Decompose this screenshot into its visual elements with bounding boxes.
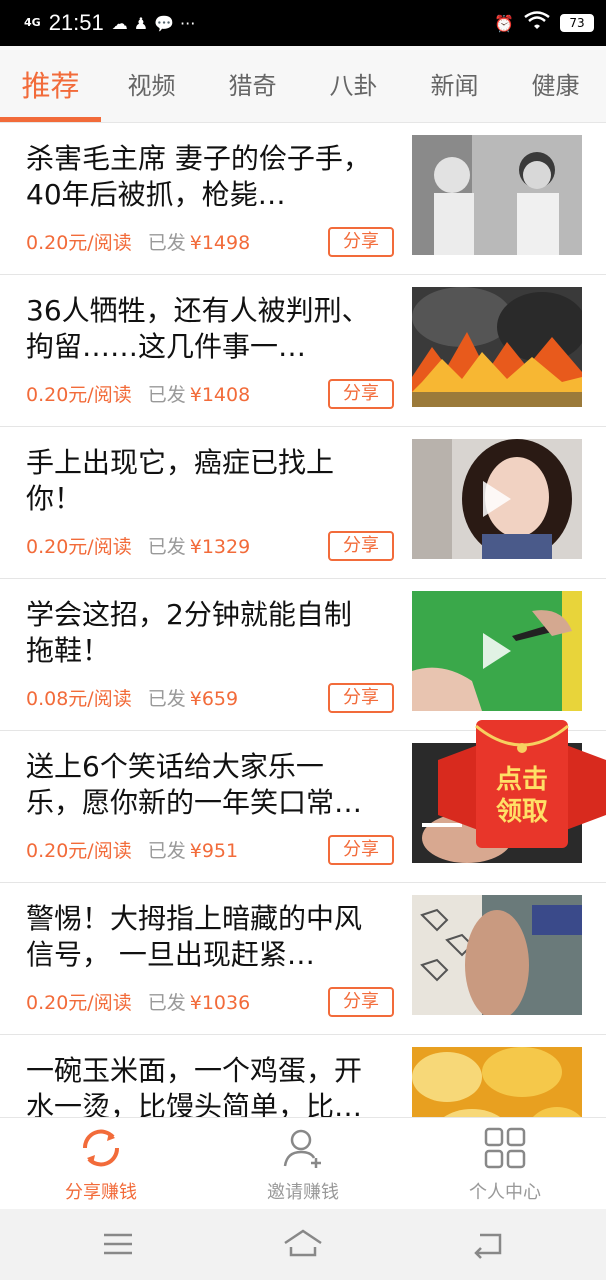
tab-recommend[interactable]: 推荐 [0,46,101,122]
nav-label: 邀请赚钱 [267,1182,339,1203]
tab-gossip[interactable]: 八卦 [303,46,404,122]
sent-label: 已发 [147,384,186,406]
sent-amount: ¥951 [189,840,239,862]
share-button[interactable]: 分享 [328,227,394,257]
article-thumbnail[interactable] [412,135,582,255]
article-feed[interactable]: 杀害毛主席 妻子的侩子手，40年后被抓，枪毙… 0.20元/阅读 已发 ¥1498 … [0,123,606,1117]
share-button[interactable]: 分享 [328,835,394,865]
article-meta: 0.20元/阅读 已发 ¥951 [26,836,238,863]
reward-rate: 0.20元/阅读 [26,840,132,862]
chat-icon: 💬 [154,13,175,33]
system-nav-bar [0,1209,606,1280]
share-button[interactable]: 分享 [328,531,394,561]
video-thumbnail[interactable] [412,439,582,559]
article-item[interactable]: 学会这招，2分钟就能自制拖鞋！ 0.08元/阅读 已发 ¥659 分享 [0,579,606,731]
sent-label: 已发 [147,840,186,862]
user-add-icon [283,1129,321,1168]
sent-label: 已发 [147,536,186,558]
article-title[interactable]: 学会这招，2分钟就能自制拖鞋！ [26,597,376,669]
tab-news[interactable]: 新闻 [404,46,505,122]
cloud-icon: ☁ [111,13,128,33]
status-time: 21:51 [48,10,104,35]
reward-rate: 0.08元/阅读 [26,688,132,710]
status-bar: 4G 21:51 ☁ ♟ 💬 ··· ⏰ 73 [0,0,606,46]
share-button[interactable]: 分享 [328,379,394,409]
article-thumbnail[interactable] [412,287,582,407]
red-packet-button[interactable]: 点击 领取 [438,720,606,850]
sent-amount: ¥1329 [189,536,251,558]
video-thumbnail[interactable] [412,591,582,711]
article-title[interactable]: 36人牺牲，还有人被判刑、拘留……这几件事一… [26,293,376,365]
qq-icon: ♟ [133,13,149,33]
nav-label: 个人中心 [469,1182,541,1203]
red-packet-text-line2: 领取 [495,797,548,827]
article-title[interactable]: 一碗玉米面，一个鸡蛋，开水一烫，比馒头简单，比… [26,1053,376,1117]
article-title[interactable]: 手上出现它，癌症已找上你！ [26,445,376,517]
sent-label: 已发 [147,992,186,1014]
refresh-icon [82,1129,120,1167]
article-thumbnail[interactable] [412,1047,582,1117]
red-packet-text-line1: 点击 [495,765,548,795]
article-item[interactable]: 警惕！大拇指上暗藏的中风信号， 一旦出现赶紧… 0.20元/阅读 已发 ¥1036 … [0,883,606,1035]
article-thumbnail[interactable] [412,895,582,1015]
back-icon[interactable] [468,1227,508,1261]
reward-rate: 0.20元/阅读 [26,992,132,1014]
tab-health[interactable]: 健康 [505,46,606,122]
article-item[interactable]: 一碗玉米面，一个鸡蛋，开水一烫，比馒头简单，比… [0,1035,606,1117]
article-title[interactable]: 警惕！大拇指上暗藏的中风信号， 一旦出现赶紧… [26,901,376,973]
sent-label: 已发 [147,688,186,710]
reward-rate: 0.20元/阅读 [26,536,132,558]
article-meta: 0.20元/阅读 已发 ¥1329 [26,532,250,559]
share-button[interactable]: 分享 [328,683,394,713]
nav-profile[interactable]: 个人中心 [404,1118,606,1210]
network-indicator: 4G [24,16,41,29]
reward-rate: 0.20元/阅读 [26,384,132,406]
article-meta: 0.20元/阅读 已发 ¥1498 [26,228,250,255]
reward-rate: 0.20元/阅读 [26,232,132,254]
article-item[interactable]: 手上出现它，癌症已找上你！ 0.20元/阅读 已发 ¥1329 分享 [0,427,606,579]
article-meta: 0.08元/阅读 已发 ¥659 [26,684,238,711]
nav-share-earn[interactable]: 分享赚钱 [0,1118,202,1210]
sent-label: 已发 [147,232,186,254]
article-meta: 0.20元/阅读 已发 ¥1036 [26,988,250,1015]
article-title[interactable]: 杀害毛主席 妻子的侩子手，40年后被抓，枪毙… [26,141,376,213]
alarm-icon: ⏰ [494,13,514,33]
category-tabs: 推荐 视频 猎奇 八卦 新闻 健康 [0,46,606,123]
bottom-nav: 分享赚钱 邀请赚钱 个人中心 [0,1117,606,1210]
play-icon [483,481,511,517]
battery-indicator: 73 [560,14,594,32]
grid-icon [484,1127,526,1169]
nav-invite-earn[interactable]: 邀请赚钱 [202,1118,404,1210]
sent-amount: ¥659 [189,688,239,710]
article-meta: 0.20元/阅读 已发 ¥1408 [26,380,250,407]
tab-curiosity[interactable]: 猎奇 [202,46,303,122]
wifi-icon [524,11,550,35]
article-item[interactable]: 36人牺牲，还有人被判刑、拘留……这几件事一… 0.20元/阅读 已发 ¥1408 … [0,275,606,427]
sent-amount: ¥1498 [189,232,251,254]
tab-video[interactable]: 视频 [101,46,202,122]
sent-amount: ¥1408 [189,384,251,406]
share-button[interactable]: 分享 [328,987,394,1017]
tab-indicator [0,117,101,122]
sent-amount: ¥1036 [189,992,251,1014]
article-title[interactable]: 送上6个笑话给大家乐一乐，愿你新的一年笑口常… [26,749,376,821]
nav-label: 分享赚钱 [65,1182,137,1203]
play-icon [483,633,511,669]
menu-icon[interactable] [98,1227,138,1261]
home-icon[interactable] [283,1227,323,1261]
more-icon: ··· [180,13,196,33]
article-item[interactable]: 杀害毛主席 妻子的侩子手，40年后被抓，枪毙… 0.20元/阅读 已发 ¥1498 … [0,123,606,275]
